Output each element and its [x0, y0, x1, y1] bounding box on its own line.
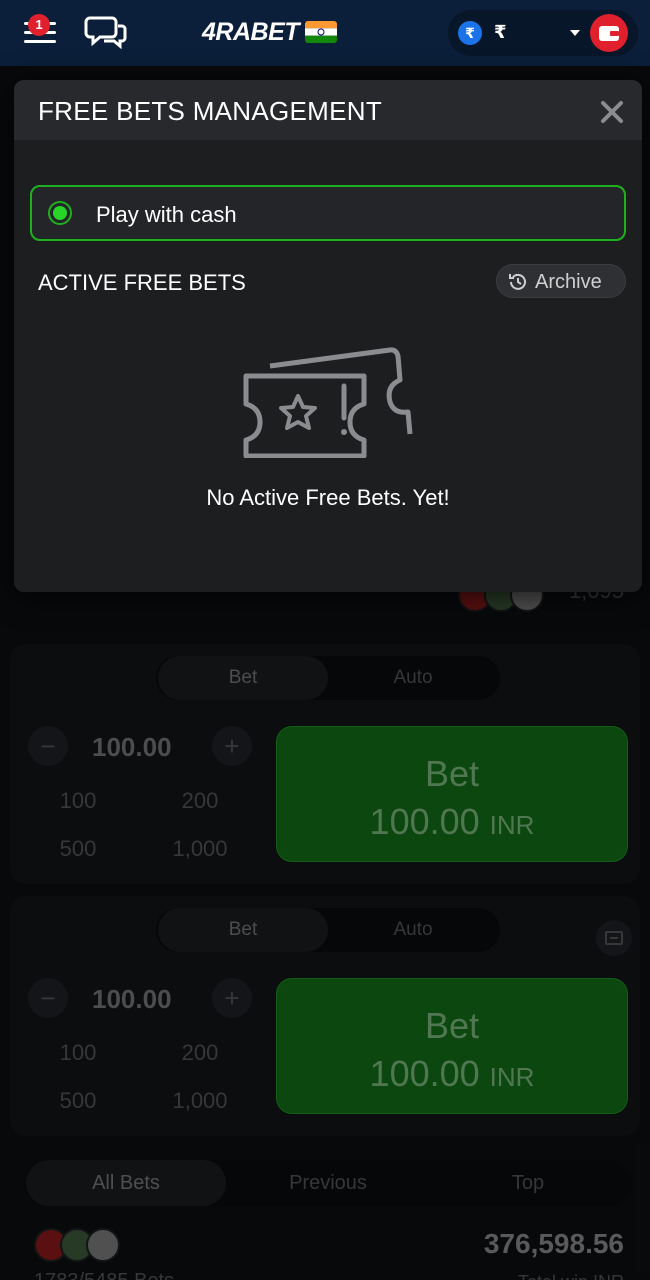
- balance-value: ₹: [494, 22, 507, 42]
- wallet-icon: [599, 26, 619, 41]
- modal-header: FREE BETS MANAGEMENT: [14, 80, 642, 140]
- brand-logo[interactable]: 4RABET: [202, 17, 338, 46]
- archive-button[interactable]: Archive: [496, 264, 626, 298]
- close-icon[interactable]: [598, 98, 626, 126]
- wallet-button[interactable]: [590, 14, 628, 52]
- history-icon: [509, 273, 526, 290]
- empty-state-message: No Active Free Bets. Yet!: [206, 485, 450, 510]
- top-bar: 1 4RABET ₹ ₹: [0, 0, 650, 66]
- logo-text: 4RABET: [202, 17, 300, 46]
- modal-title: FREE BETS MANAGEMENT: [38, 96, 383, 126]
- free-bets-modal: FREE BETS MANAGEMENT Play with cash ACTI…: [14, 80, 642, 592]
- active-free-bets-heading: ACTIVE FREE BETS: [38, 270, 246, 295]
- selected-radio-icon: [48, 201, 72, 225]
- ticket-icon: [243, 347, 413, 458]
- rupee-currency-icon: ₹: [458, 21, 482, 45]
- play-with-cash-label: Play with cash: [96, 202, 237, 227]
- notification-badge: 1: [28, 14, 50, 36]
- chat-icon[interactable]: [84, 14, 128, 50]
- balance-selector[interactable]: ₹ ₹: [448, 10, 638, 56]
- chevron-down-icon: [570, 30, 580, 36]
- play-with-cash-option[interactable]: Play with cash: [30, 185, 626, 241]
- india-flag-icon: [305, 21, 338, 43]
- archive-label: Archive: [535, 271, 602, 293]
